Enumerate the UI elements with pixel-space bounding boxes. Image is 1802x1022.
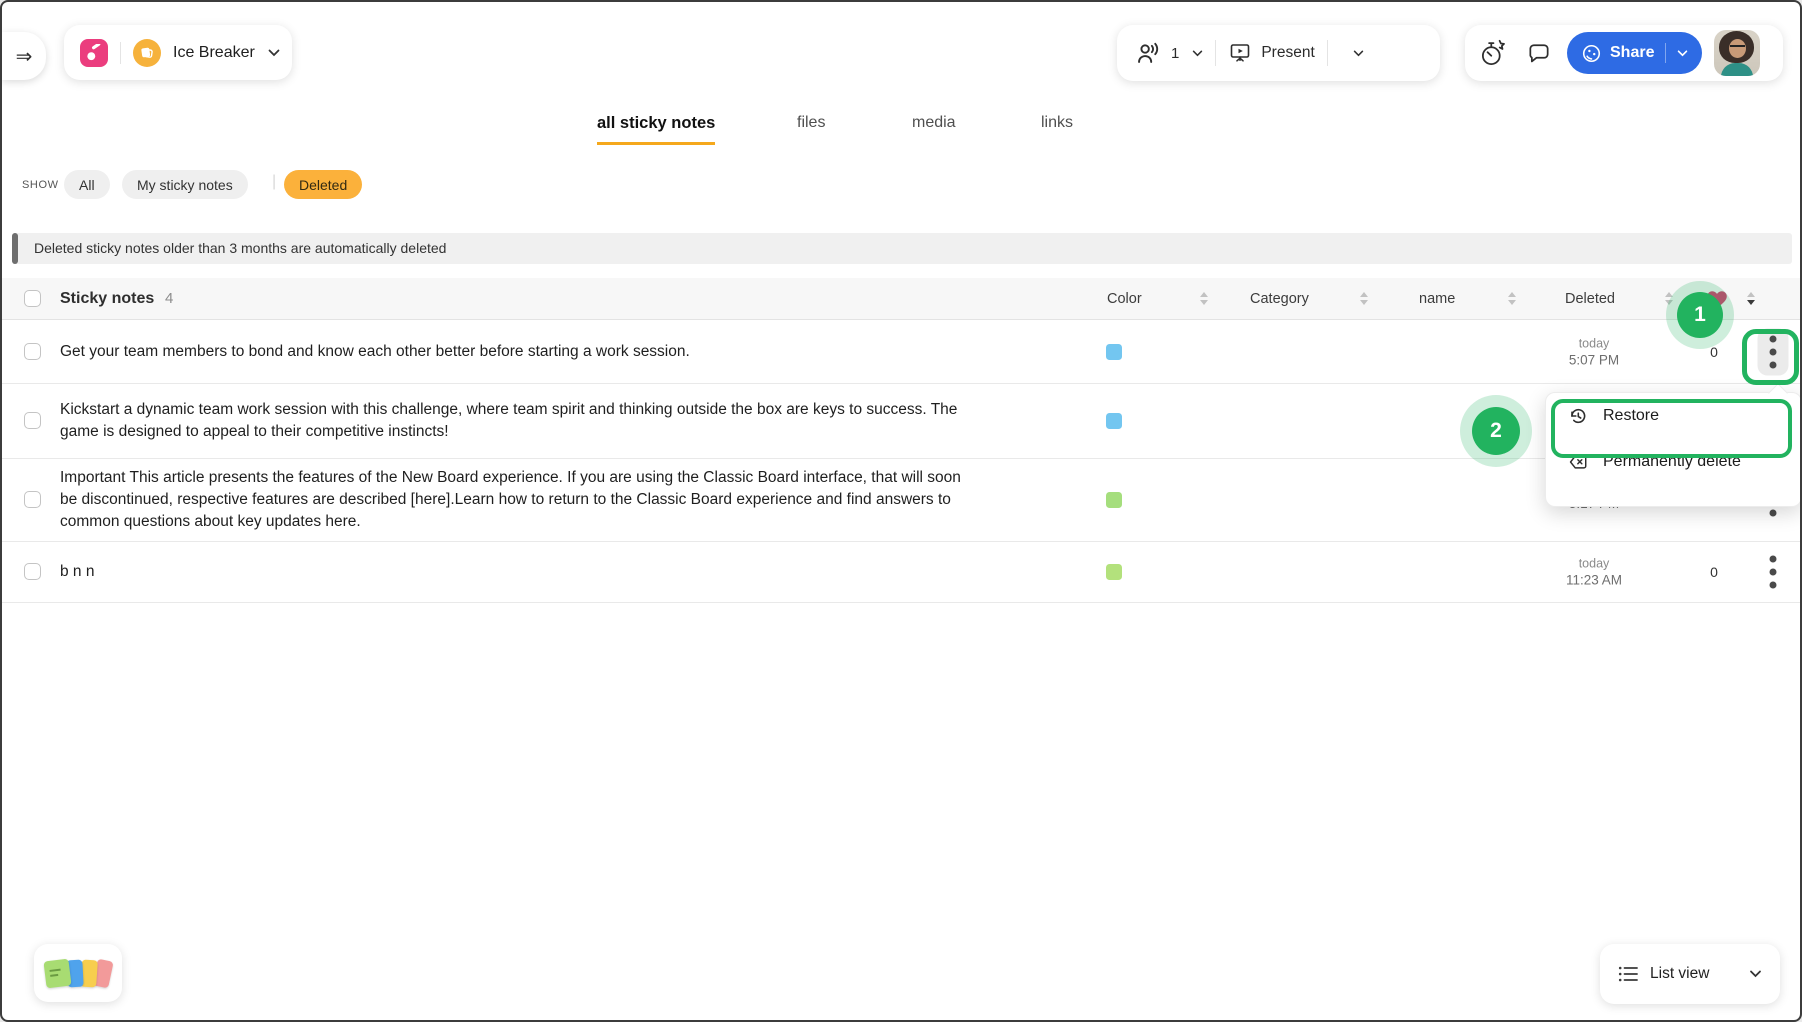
tab-media[interactable]: media bbox=[912, 114, 956, 141]
present-chevron-icon[interactable] bbox=[1353, 50, 1364, 57]
table-row[interactable]: b n n today 11:23 AM 0 bbox=[2, 542, 1800, 603]
deleted-date: today 5:07 PM bbox=[1569, 335, 1619, 368]
menu-item-restore[interactable]: Restore bbox=[1546, 393, 1801, 439]
table-row[interactable]: Important This article presents the feat… bbox=[2, 459, 1800, 542]
list-view-icon bbox=[1618, 965, 1639, 983]
restore-icon bbox=[1568, 406, 1588, 426]
tab-all-sticky-notes[interactable]: all sticky notes bbox=[597, 114, 715, 145]
filter-divider: | bbox=[272, 173, 276, 191]
present-button[interactable]: Present bbox=[1261, 44, 1314, 62]
divider bbox=[120, 42, 121, 64]
filter-all[interactable]: All bbox=[64, 170, 110, 199]
color-swatch bbox=[1106, 564, 1122, 580]
permanently-delete-icon bbox=[1568, 452, 1588, 472]
note-text: Important This article presents the feat… bbox=[60, 467, 972, 533]
row-context-menu: Restore Permanently delete bbox=[1545, 392, 1802, 507]
column-deleted[interactable]: Deleted bbox=[1565, 278, 1615, 320]
view-mode-label: List view bbox=[1650, 965, 1709, 983]
color-swatch bbox=[1106, 344, 1122, 360]
table-header: Sticky notes 4 Color Category name Delet… bbox=[2, 278, 1800, 320]
divider bbox=[1215, 40, 1216, 66]
green-sticky-icon bbox=[43, 958, 71, 988]
note-text: b n n bbox=[60, 561, 972, 583]
board-icon bbox=[133, 39, 161, 67]
table-row[interactable]: Get your team members to bond and know e… bbox=[2, 320, 1800, 384]
collapse-sidebar-button[interactable]: ⇒ bbox=[2, 32, 46, 80]
banner-accent-bar bbox=[12, 233, 18, 264]
present-icon bbox=[1228, 41, 1252, 65]
step1-badge: 1 bbox=[1677, 292, 1723, 338]
row-checkbox[interactable] bbox=[24, 563, 41, 580]
filter-my-sticky-notes[interactable]: My sticky notes bbox=[122, 170, 248, 199]
sticky-notes-widget[interactable] bbox=[34, 944, 122, 1002]
divider bbox=[1327, 40, 1328, 66]
sort-likes-icon[interactable] bbox=[1746, 292, 1755, 305]
banner-text: Deleted sticky notes older than 3 months… bbox=[34, 233, 1792, 264]
collaborators-chevron-icon[interactable] bbox=[1192, 50, 1203, 57]
collaborators-count: 1 bbox=[1171, 45, 1179, 62]
info-banner: Deleted sticky notes older than 3 months… bbox=[12, 233, 1792, 264]
sort-color-icon[interactable] bbox=[1199, 292, 1208, 305]
show-filter-label: SHOW bbox=[22, 179, 59, 191]
share-button[interactable]: Share bbox=[1567, 32, 1702, 74]
row-checkbox[interactable] bbox=[24, 412, 41, 429]
select-all-checkbox[interactable] bbox=[24, 290, 41, 307]
public-globe-icon bbox=[1581, 43, 1602, 64]
chat-icon[interactable] bbox=[1526, 40, 1552, 66]
table-title: Sticky notes bbox=[60, 278, 154, 320]
color-swatch bbox=[1106, 413, 1122, 429]
share-label: Share bbox=[1610, 44, 1654, 62]
share-chevron-icon[interactable] bbox=[1677, 50, 1688, 57]
board-window: ⇒ Ice Breaker 1 Present bbox=[0, 0, 1802, 1022]
color-swatch bbox=[1106, 492, 1122, 508]
actions-toolbar: Share bbox=[1465, 25, 1783, 81]
column-name[interactable]: name bbox=[1419, 278, 1455, 320]
view-mode-chevron-icon[interactable] bbox=[1749, 970, 1762, 978]
row-checkbox[interactable] bbox=[24, 343, 41, 360]
board-name: Ice Breaker bbox=[173, 44, 255, 62]
app-logo-icon bbox=[80, 39, 108, 67]
step2-badge: 2 bbox=[1472, 407, 1520, 455]
tab-links[interactable]: links bbox=[1041, 114, 1073, 141]
table-count: 4 bbox=[165, 278, 173, 320]
sidebar-collapse-icon: ⇒ bbox=[16, 44, 33, 69]
menu-item-permanently-delete[interactable]: Permanently delete bbox=[1546, 439, 1801, 485]
timer-icon[interactable] bbox=[1478, 38, 1509, 69]
deleted-date: today 11:23 AM bbox=[1566, 556, 1622, 589]
sort-name-icon[interactable] bbox=[1507, 292, 1516, 305]
row-checkbox[interactable] bbox=[24, 491, 41, 508]
likes-count: 0 bbox=[1710, 564, 1718, 580]
collaborators-icon[interactable] bbox=[1135, 40, 1162, 67]
collaboration-toolbar: 1 Present bbox=[1117, 25, 1440, 81]
tab-files[interactable]: files bbox=[797, 114, 825, 141]
view-mode-selector[interactable]: List view bbox=[1600, 944, 1780, 1004]
sort-category-icon[interactable] bbox=[1359, 292, 1368, 305]
note-text: Get your team members to bond and know e… bbox=[60, 341, 972, 363]
row-actions-kebab-icon[interactable] bbox=[1758, 328, 1789, 375]
user-avatar[interactable] bbox=[1714, 30, 1760, 76]
filter-deleted[interactable]: Deleted bbox=[284, 170, 362, 199]
column-category[interactable]: Category bbox=[1250, 278, 1309, 320]
note-text: Kickstart a dynamic team work session wi… bbox=[60, 399, 972, 443]
board-title-card[interactable]: Ice Breaker bbox=[64, 25, 292, 80]
chevron-down-icon[interactable] bbox=[268, 49, 280, 57]
row-actions-kebab-icon[interactable] bbox=[1764, 550, 1783, 595]
divider bbox=[1665, 43, 1666, 63]
column-color[interactable]: Color bbox=[1107, 278, 1142, 320]
